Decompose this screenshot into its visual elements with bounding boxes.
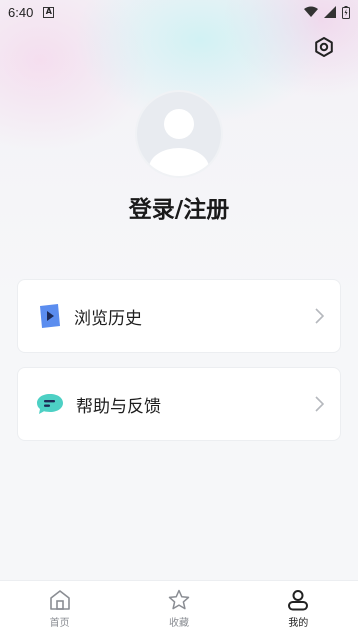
chat-feedback-icon xyxy=(37,394,63,414)
tab-label: 我的 xyxy=(288,618,309,629)
notification-a-icon: A xyxy=(43,6,55,18)
play-history-icon xyxy=(40,304,60,328)
default-avatar-icon xyxy=(149,109,209,176)
status-icons xyxy=(304,5,350,19)
login-register-link[interactable]: 登录/注册 xyxy=(0,190,358,224)
person-icon xyxy=(288,590,309,611)
tab-home[interactable]: 首页 xyxy=(0,581,119,638)
tab-label: 收藏 xyxy=(168,618,189,629)
wifi-icon xyxy=(304,6,318,17)
menu-item-browse-history[interactable]: 浏览历史 xyxy=(17,279,341,353)
bottom-tab-bar: 首页 收藏 我的 xyxy=(0,580,358,638)
avatar[interactable] xyxy=(135,90,223,178)
signal-icon xyxy=(324,6,336,18)
status-bar: 6:40 A xyxy=(0,0,358,24)
tab-favorites[interactable]: 收藏 xyxy=(119,581,238,638)
tab-mine[interactable]: 我的 xyxy=(239,581,358,638)
menu-item-label: 帮助与反馈 xyxy=(76,396,161,417)
settings-icon[interactable] xyxy=(313,36,335,58)
chevron-right-icon xyxy=(315,396,324,412)
home-icon xyxy=(49,590,70,610)
status-time: 6:40 xyxy=(8,4,34,20)
tab-label: 首页 xyxy=(49,618,70,629)
chevron-right-icon xyxy=(315,308,324,324)
battery-icon xyxy=(342,5,350,19)
star-icon xyxy=(168,589,190,610)
menu-item-help-feedback[interactable]: 帮助与反馈 xyxy=(17,367,341,441)
menu-item-label: 浏览历史 xyxy=(74,308,142,329)
